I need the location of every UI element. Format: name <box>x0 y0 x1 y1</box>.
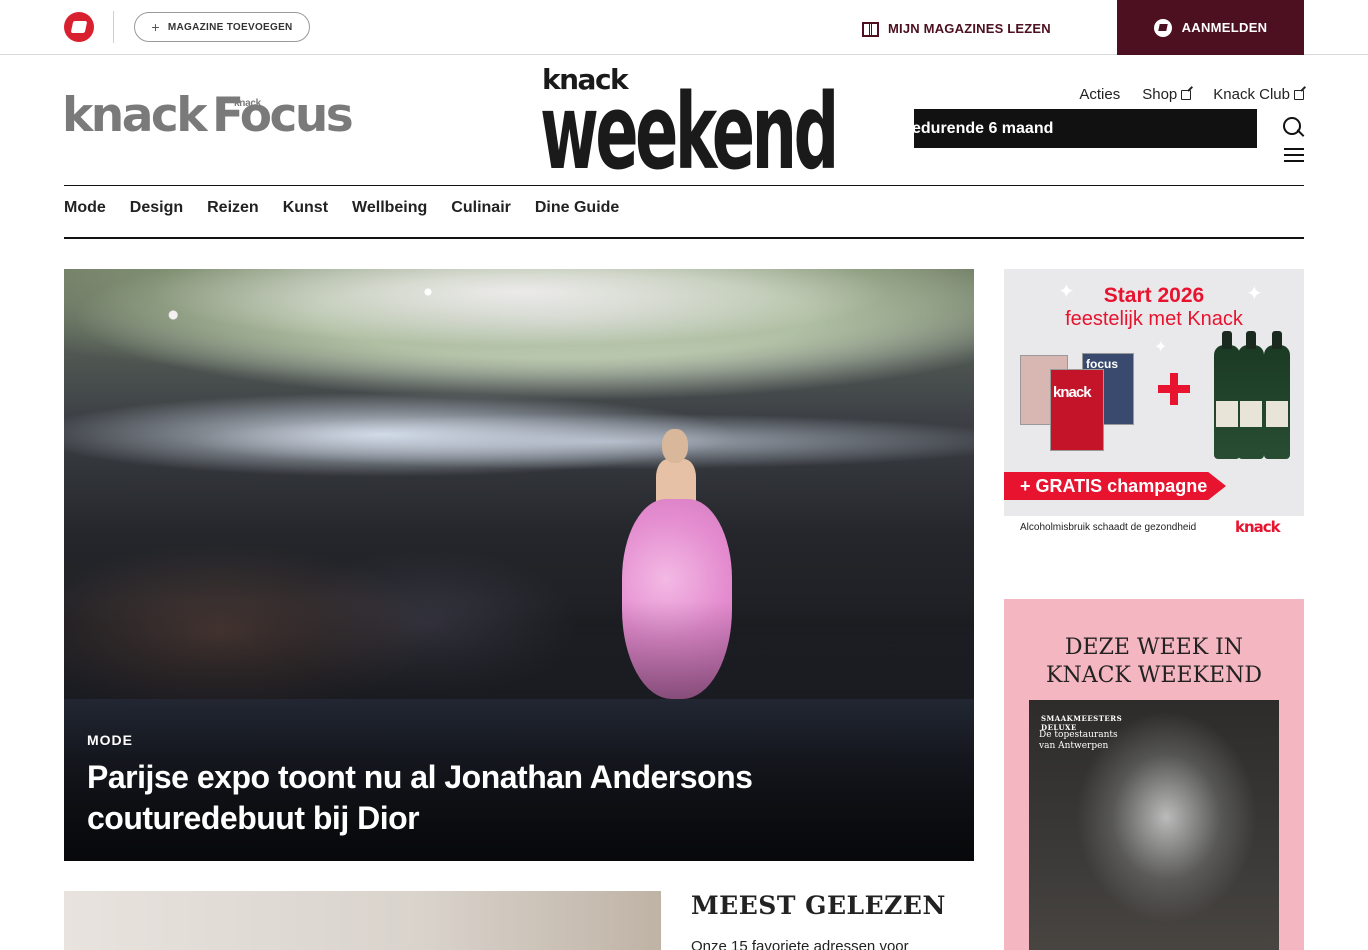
cover-subtitle: De topestaurants van Antwerpen <box>1039 730 1118 752</box>
hero-image-ceiling <box>64 269 974 499</box>
plus-icon: + <box>151 19 160 35</box>
roularta-logo-icon[interactable] <box>64 12 94 42</box>
user-login-icon <box>1153 18 1172 37</box>
main-navigation: Mode Design Reizen Kunst Wellbeing Culin… <box>64 199 619 217</box>
nav-divider-top <box>64 185 1304 186</box>
this-week-title: DEZE WEEK IN KNACK WEEKEND <box>1004 634 1304 690</box>
this-week-box: DEZE WEEK IN KNACK WEEKEND SMAAKMEESTERS… <box>1004 599 1304 950</box>
header-link-label: Acties <box>1079 86 1121 103</box>
focus-brand-link[interactable]: Focus knack <box>212 92 354 139</box>
knack-weekend-logo[interactable]: knack weekend <box>540 66 839 184</box>
most-read-heading: MEEST GELEZEN <box>691 891 946 920</box>
header-links: Acties Shop Knack Club <box>1079 86 1304 103</box>
model-head <box>662 429 688 463</box>
this-week-title-line: DEZE WEEK IN <box>1064 635 1244 660</box>
nav-item-culinair[interactable]: Culinair <box>451 199 511 217</box>
add-magazine-button[interactable]: + MAGAZINE TOEVOEGEN <box>134 12 310 42</box>
ad-disclaimer: Alcoholmisbruik schaadt de gezondheid <box>1020 522 1197 533</box>
advertisement-banner[interactable]: ✦ ✦ ✦ Start 2026 feestelijk met Knack fo… <box>1004 269 1304 516</box>
promo-ticker-text: edurende 6 maand <box>914 120 1054 137</box>
champagne-bottle-icon <box>1238 331 1264 459</box>
nav-item-kunst[interactable]: Kunst <box>283 199 328 217</box>
most-read-item[interactable]: Onze 15 favoriete adressen voor <box>691 938 971 950</box>
header-link-acties[interactable]: Acties <box>1079 86 1120 103</box>
top-utility-bar: + MAGAZINE TOEVOEGEN MIJN MAGAZINES LEZE… <box>0 0 1368 55</box>
ad-subheadline: feestelijk met Knack <box>1065 308 1243 330</box>
hamburger-menu-icon[interactable] <box>1284 148 1304 162</box>
search-icon[interactable] <box>1282 116 1304 138</box>
this-week-title-line: KNACK WEEKEND <box>1046 663 1262 688</box>
read-magazines-link[interactable]: MIJN MAGAZINES LEZEN <box>862 17 1051 39</box>
header-link-label: Shop <box>1142 86 1178 103</box>
champagne-bottle-icon <box>1214 331 1240 459</box>
hero-article[interactable]: MODE Parijse expo toont nu al Jonathan A… <box>64 269 974 861</box>
ad-brand-logo: knack <box>1235 518 1281 536</box>
external-link-icon <box>1181 89 1192 100</box>
header-link-shop[interactable]: Shop <box>1142 86 1192 103</box>
nav-item-reizen[interactable]: Reizen <box>207 199 259 217</box>
plus-icon <box>1154 369 1194 409</box>
focus-brand-small-label: knack <box>234 98 261 109</box>
knack-brand-link[interactable]: knack <box>62 92 208 139</box>
header-link-label: Knack Club <box>1213 86 1290 103</box>
hero-title[interactable]: Parijse expo toont nu al Jonathan Anders… <box>87 757 847 839</box>
ad-magazine-knack: knack <box>1050 369 1104 451</box>
nav-item-wellbeing[interactable]: Wellbeing <box>352 199 427 217</box>
ad-headline: Start 2026 <box>1103 284 1205 307</box>
focus-brand-label: Focus <box>212 88 354 143</box>
hero-category[interactable]: MODE <box>87 732 133 748</box>
external-link-icon <box>1294 89 1304 100</box>
login-label: AANMELDEN <box>1181 20 1268 35</box>
logo-bottom-text: weekend <box>540 71 839 193</box>
champagne-bottle-icon <box>1264 331 1290 459</box>
nav-item-dine-guide[interactable]: Dine Guide <box>535 199 619 217</box>
add-magazine-label: MAGAZINE TOEVOEGEN <box>167 21 293 33</box>
topbar-divider <box>113 11 114 43</box>
ad-ribbon: + GRATIS champagne <box>1004 472 1226 500</box>
book-open-icon <box>862 21 879 37</box>
sparkle-icon: ✦ <box>1154 339 1168 356</box>
login-button[interactable]: AANMELDEN <box>1117 0 1304 55</box>
cover-subtitle-line: De topestaurants <box>1039 730 1118 740</box>
cover-subtitle-line: van Antwerpen <box>1039 741 1109 751</box>
header-link-knack-club[interactable]: Knack Club <box>1213 86 1304 103</box>
nav-divider-bottom <box>64 237 1304 239</box>
nav-item-mode[interactable]: Mode <box>64 199 106 217</box>
cover-tag-line: SMAAKMEESTERS <box>1041 714 1123 723</box>
read-magazines-label: MIJN MAGAZINES LEZEN <box>888 20 1051 36</box>
ad-magazine-knack-label: knack <box>1053 384 1092 401</box>
secondary-article-image[interactable] <box>64 891 661 950</box>
nav-item-design[interactable]: Design <box>130 199 183 217</box>
promo-ticker[interactable]: edurende 6 maand <box>914 109 1257 148</box>
magazine-cover[interactable]: SMAAKMEESTERS DELUXE De topestaurants va… <box>1029 700 1279 950</box>
